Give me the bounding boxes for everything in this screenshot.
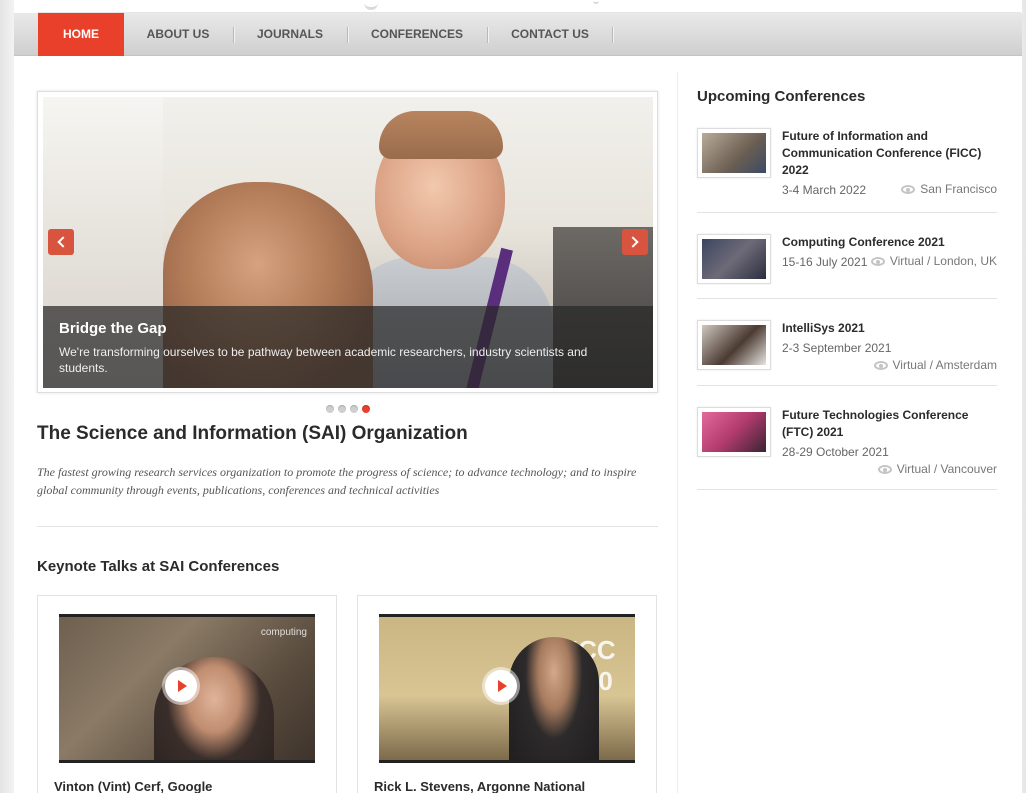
conference-thumbnail[interactable] xyxy=(697,234,771,284)
conference-separator xyxy=(697,298,997,299)
conference-date: 15-16 July 2021 xyxy=(782,255,868,269)
play-icon[interactable] xyxy=(165,670,197,702)
org-title: The Science and Information (SAI) Organi… xyxy=(37,423,468,444)
slide-caption: Bridge the Gap We're transforming oursel… xyxy=(43,306,653,388)
video-thumbnail[interactable]: FICC 2020 xyxy=(379,614,635,763)
chevron-left-icon[interactable] xyxy=(48,229,74,255)
conference-thumbnail[interactable] xyxy=(697,407,771,457)
eye-icon xyxy=(901,185,916,194)
org-tagline: The fastest growing research services or… xyxy=(37,465,637,497)
conference-separator xyxy=(697,489,997,490)
nav-separator xyxy=(612,27,613,43)
nav-contact-us[interactable]: CONTACT US xyxy=(498,13,602,56)
play-icon[interactable] xyxy=(485,670,517,702)
conference-location: San Francisco xyxy=(901,182,997,196)
nav-about-us[interactable]: ABOUT US xyxy=(134,13,222,56)
slider-dot-4[interactable] xyxy=(362,405,370,413)
conference-date: 2-3 September 2021 xyxy=(782,341,892,355)
conference-location: Virtual / London, UK xyxy=(870,254,997,268)
header-logo-strip xyxy=(38,0,1021,13)
conference-location-text: San Francisco xyxy=(920,182,997,196)
video-speaker-image xyxy=(509,637,599,760)
conference-date: 3-4 March 2022 xyxy=(782,183,867,197)
keynote-video-card: computing Vinton (Vint) Cerf, Google xyxy=(37,595,337,793)
nav-home[interactable]: HOME xyxy=(38,13,124,56)
conference-image xyxy=(702,325,766,365)
conference-image xyxy=(702,412,766,452)
eye-icon xyxy=(873,361,888,370)
conference-separator xyxy=(697,212,997,213)
logo-icon-fragment xyxy=(593,0,599,4)
nav-separator xyxy=(487,27,488,43)
nav-separator xyxy=(233,27,234,43)
video-thumbnail[interactable]: computing xyxy=(59,614,315,763)
conference-name[interactable]: IntelliSys 2021 xyxy=(782,320,992,337)
conference-location: Virtual / Vancouver xyxy=(877,462,997,476)
slider-dot-1[interactable] xyxy=(326,405,334,413)
slider-dot-2[interactable] xyxy=(338,405,346,413)
slider-dot-3[interactable] xyxy=(350,405,358,413)
conference-separator xyxy=(697,385,997,386)
slide-title: Bridge the Gap xyxy=(59,320,167,337)
section-divider xyxy=(37,526,658,527)
slide-text: We're transforming ourselves to be pathw… xyxy=(59,345,588,375)
video-speaker-name[interactable]: Vinton (Vint) Cerf, Google xyxy=(54,779,212,793)
conference-image xyxy=(702,239,766,279)
upcoming-conferences-title: Upcoming Conferences xyxy=(697,88,866,105)
conference-name[interactable]: Future of Information and Communication … xyxy=(782,128,992,179)
video-overlay-text: computing xyxy=(260,627,307,638)
chevron-right-icon[interactable] xyxy=(622,229,648,255)
column-divider xyxy=(677,72,678,793)
nav-journals[interactable]: JOURNALS xyxy=(244,13,336,56)
conference-name[interactable]: Computing Conference 2021 xyxy=(782,234,992,251)
conference-image xyxy=(702,133,766,173)
keynote-video-card: FICC 2020 Rick L. Stevens, Argonne Natio… xyxy=(357,595,657,793)
conference-location-text: Virtual / Amsterdam xyxy=(892,358,997,372)
conference-name[interactable]: Future Technologies Conference (FTC) 202… xyxy=(782,407,992,441)
eye-icon xyxy=(877,465,892,474)
keynote-section-title: Keynote Talks at SAI Conferences xyxy=(37,558,280,575)
conference-thumbnail[interactable] xyxy=(697,320,771,370)
hero-slider: Bridge the Gap We're transforming oursel… xyxy=(37,91,658,393)
nav-separator xyxy=(347,27,348,43)
eye-icon xyxy=(870,257,885,266)
main-navigation: HOME ABOUT US JOURNALS CONFERENCES CONTA… xyxy=(14,13,1022,56)
conference-location-text: Virtual / London, UK xyxy=(889,254,997,268)
nav-conferences[interactable]: CONFERENCES xyxy=(358,13,476,56)
slide-person-hair xyxy=(379,111,503,159)
conference-date: 28-29 October 2021 xyxy=(782,445,889,459)
page: HOME ABOUT US JOURNALS CONFERENCES CONTA… xyxy=(14,0,1022,793)
conference-location-text: Virtual / Vancouver xyxy=(896,462,997,476)
logo-icon[interactable] xyxy=(364,0,378,10)
video-speaker-name[interactable]: Rick L. Stevens, Argonne National xyxy=(374,779,585,793)
conference-location: Virtual / Amsterdam xyxy=(873,358,997,372)
conference-thumbnail[interactable] xyxy=(697,128,771,178)
